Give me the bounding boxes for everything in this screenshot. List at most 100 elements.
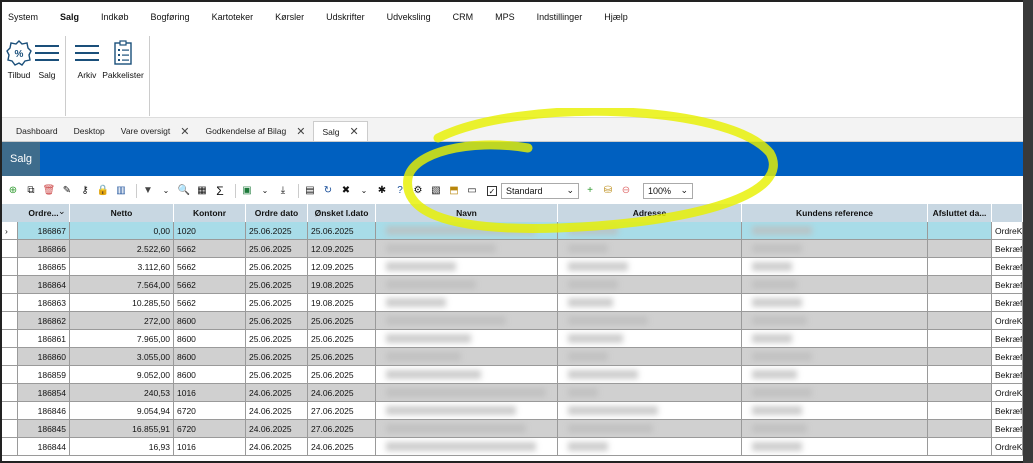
cell-netto[interactable]: 0,00: [70, 222, 174, 240]
cell-dato[interactable]: 25.06.2025: [246, 312, 308, 330]
cell-ordre[interactable]: 186863: [18, 294, 70, 312]
table-row[interactable]: 186859 9.052,00 8600 25.06.2025 25.06.2025 Be…: [2, 366, 1023, 384]
cell-adresse[interactable]: [558, 438, 742, 456]
cell-konto[interactable]: 1016: [174, 384, 246, 402]
cell-status[interactable]: Bekræft: [992, 276, 1023, 294]
menu-item-hjælp[interactable]: Hjælp: [604, 12, 628, 22]
menu-item-udskrifter[interactable]: Udskrifter: [326, 12, 365, 22]
menu-item-indkøb[interactable]: Indkøb: [101, 12, 129, 22]
cell-adresse[interactable]: [558, 330, 742, 348]
cell-status[interactable]: Bekræft: [992, 420, 1023, 438]
cell-ordre[interactable]: 186865: [18, 258, 70, 276]
cell-dato[interactable]: 24.06.2025: [246, 402, 308, 420]
cell-netto[interactable]: 3.055,00: [70, 348, 174, 366]
cell-adresse[interactable]: [558, 312, 742, 330]
cell-konto[interactable]: 5662: [174, 240, 246, 258]
cell-status[interactable]: OrdreKl: [992, 384, 1023, 402]
filter-icon[interactable]: ▼: [141, 184, 155, 198]
cell-konto[interactable]: 5662: [174, 276, 246, 294]
cell-konto[interactable]: 8600: [174, 366, 246, 384]
cell-navn[interactable]: [376, 438, 558, 456]
cell-adresse[interactable]: [558, 294, 742, 312]
bug-icon[interactable]: ✱: [375, 184, 389, 198]
ribbon-arkiv-button[interactable]: Arkiv: [72, 40, 102, 80]
column-header[interactable]: Kontonr: [174, 204, 246, 222]
cell-kundens-reference[interactable]: [742, 258, 928, 276]
cell-kundens-reference[interactable]: [742, 384, 928, 402]
cell-ordre[interactable]: 186845: [18, 420, 70, 438]
cell-adresse[interactable]: [558, 258, 742, 276]
column-header[interactable]: [992, 204, 1023, 222]
cell-afsluttet[interactable]: [928, 366, 992, 384]
row-selector[interactable]: [2, 240, 18, 258]
cell-navn[interactable]: [376, 330, 558, 348]
chevron-down-icon[interactable]: ⌄: [357, 184, 371, 198]
cell-konto[interactable]: 8600: [174, 330, 246, 348]
row-selector[interactable]: [2, 348, 18, 366]
row-selector[interactable]: [2, 294, 18, 312]
cell-adresse[interactable]: [558, 384, 742, 402]
cell-dato[interactable]: 25.06.2025: [246, 330, 308, 348]
cell-dato[interactable]: 25.06.2025: [246, 348, 308, 366]
cell-status[interactable]: Bekræft: [992, 294, 1023, 312]
row-selector[interactable]: [2, 312, 18, 330]
cell-afsluttet[interactable]: [928, 240, 992, 258]
table-row[interactable]: 186865 3.112,60 5662 25.06.2025 12.09.2025 Be…: [2, 258, 1023, 276]
cell-netto[interactable]: 240,53: [70, 384, 174, 402]
cell-ldato[interactable]: 19.08.2025: [308, 294, 376, 312]
cell-dato[interactable]: 25.06.2025: [246, 240, 308, 258]
lock-icon[interactable]: 🔒: [96, 184, 110, 198]
menu-item-mps[interactable]: MPS: [495, 12, 515, 22]
cell-ldato[interactable]: 25.06.2025: [308, 330, 376, 348]
cell-adresse[interactable]: [558, 366, 742, 384]
cell-netto[interactable]: 9.054,94: [70, 402, 174, 420]
cell-konto[interactable]: 5662: [174, 294, 246, 312]
menu-item-system[interactable]: System: [8, 12, 38, 22]
tab-dashboard[interactable]: Dashboard: [8, 121, 66, 141]
column-header[interactable]: Ønsket l.dato: [308, 204, 376, 222]
cell-ordre[interactable]: 186860: [18, 348, 70, 366]
cell-navn[interactable]: [376, 312, 558, 330]
table-row[interactable]: 186845 16.855,91 6720 24.06.2025 27.06.2025 B…: [2, 420, 1023, 438]
cell-adresse[interactable]: [558, 420, 742, 438]
cell-ldato[interactable]: 24.06.2025: [308, 384, 376, 402]
cell-afsluttet[interactable]: [928, 402, 992, 420]
cell-ordre[interactable]: 186867: [18, 222, 70, 240]
cell-netto[interactable]: 272,00: [70, 312, 174, 330]
cell-ordre[interactable]: 186844: [18, 438, 70, 456]
cell-ordre[interactable]: 186846: [18, 402, 70, 420]
cell-adresse[interactable]: [558, 402, 742, 420]
cell-ordre[interactable]: 186866: [18, 240, 70, 258]
add-icon[interactable]: ⊕: [6, 184, 20, 198]
cell-status[interactable]: Bekræft: [992, 258, 1023, 276]
sort-desc-icon[interactable]: ⌄: [58, 206, 66, 217]
cell-status[interactable]: OrdreKl: [992, 222, 1023, 240]
delete-icon[interactable]: 🗑: [42, 184, 56, 198]
cell-navn[interactable]: [376, 258, 558, 276]
table-row[interactable]: 186862 272,00 8600 25.06.2025 25.06.2025 Ordr…: [2, 312, 1023, 330]
cell-dato[interactable]: 24.06.2025: [246, 420, 308, 438]
table-row[interactable]: 186866 2.522,60 5662 25.06.2025 12.09.2025 Be…: [2, 240, 1023, 258]
columns-icon[interactable]: ▥: [114, 184, 128, 198]
cell-status[interactable]: Bekræft: [992, 330, 1023, 348]
cell-afsluttet[interactable]: [928, 276, 992, 294]
menu-item-crm[interactable]: CRM: [453, 12, 474, 22]
cell-afsluttet[interactable]: [928, 258, 992, 276]
cell-konto[interactable]: 1016: [174, 438, 246, 456]
chevron-down-icon[interactable]: ⌄: [258, 184, 272, 198]
cell-status[interactable]: OrdreKl: [992, 312, 1023, 330]
menu-item-udveksling[interactable]: Udveksling: [387, 12, 431, 22]
cell-adresse[interactable]: [558, 240, 742, 258]
menu-item-indstillinger[interactable]: Indstillinger: [537, 12, 583, 22]
cell-kundens-reference[interactable]: [742, 348, 928, 366]
cell-navn[interactable]: [376, 348, 558, 366]
menu-item-salg[interactable]: Salg: [60, 12, 79, 22]
cell-afsluttet[interactable]: [928, 222, 992, 240]
table-row[interactable]: 186860 3.055,00 8600 25.06.2025 25.06.2025 Be…: [2, 348, 1023, 366]
cell-navn[interactable]: [376, 240, 558, 258]
cell-kundens-reference[interactable]: [742, 312, 928, 330]
cell-netto[interactable]: 10.285,50: [70, 294, 174, 312]
row-selector[interactable]: [2, 276, 18, 294]
cell-kundens-reference[interactable]: [742, 420, 928, 438]
download-icon[interactable]: ⤓: [276, 184, 290, 198]
